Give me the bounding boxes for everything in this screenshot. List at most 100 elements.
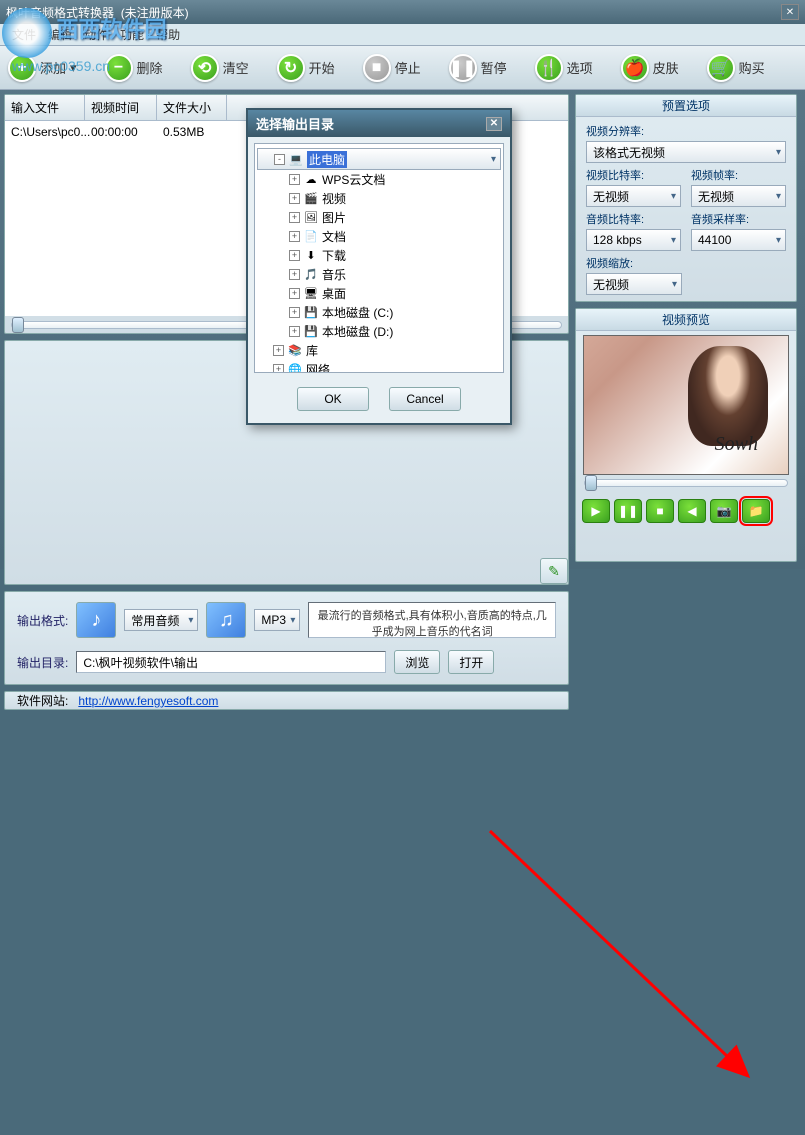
zoom-select[interactable]: 无视频: [586, 273, 682, 295]
expand-icon[interactable]: +: [289, 250, 300, 261]
asr-select[interactable]: 44100: [691, 229, 786, 251]
tree-node[interactable]: -💻此电脑: [257, 148, 501, 170]
pv-snapshot-button[interactable]: 📷: [710, 499, 738, 523]
format-icon: ♫: [206, 602, 246, 638]
expand-icon[interactable]: +: [289, 231, 300, 242]
vfps-select[interactable]: 无视频: [691, 185, 786, 207]
skin-icon: 🍎: [621, 54, 649, 82]
tree-node[interactable]: +⬇下载: [257, 246, 501, 265]
open-button[interactable]: 打开: [448, 650, 494, 674]
output-panel: 输出格式: ♪ 常用音频 ♫ MP3 最流行的音频格式,具有体积小,音质高的特点…: [4, 591, 569, 685]
col-file[interactable]: 输入文件: [5, 95, 85, 120]
add-button[interactable]: +添加▾: [8, 54, 77, 82]
dialog-title: 选择输出目录: [256, 114, 334, 133]
menu-help[interactable]: 帮助: [156, 26, 180, 43]
pv-play-button[interactable]: ▶: [582, 499, 610, 523]
tree-node[interactable]: +🖥桌面: [257, 284, 501, 303]
format-category-select[interactable]: 常用音频: [124, 609, 198, 631]
website-link[interactable]: http://www.fengyesoft.com: [78, 694, 218, 708]
skin-button[interactable]: 🍎皮肤: [621, 54, 679, 82]
tree-node[interactable]: +📄文档: [257, 227, 501, 246]
menu-edit[interactable]: 编辑: [48, 26, 72, 43]
folder-icon: 🖼: [303, 211, 319, 225]
expand-icon[interactable]: +: [289, 212, 300, 223]
zoom-label: 视频缩放:: [586, 255, 786, 271]
tree-label: 下载: [322, 247, 346, 264]
format-type-select[interactable]: MP3: [254, 609, 300, 631]
expand-icon[interactable]: +: [289, 193, 300, 204]
folder-icon: 🎬: [303, 192, 319, 206]
col-time[interactable]: 视频时间: [85, 95, 157, 120]
menu-action[interactable]: 动作: [84, 26, 108, 43]
tree-node[interactable]: +💾本地磁盘 (C:): [257, 303, 501, 322]
folder-icon: 🖥: [303, 287, 319, 301]
stop-icon: ■: [363, 54, 391, 82]
vbit-select[interactable]: 无视频: [586, 185, 681, 207]
tree-node[interactable]: +🖼图片: [257, 208, 501, 227]
buy-button[interactable]: 🛒购买: [707, 54, 765, 82]
cancel-button[interactable]: Cancel: [389, 387, 461, 411]
folder-icon: 💾: [303, 325, 319, 339]
pv-pause-button[interactable]: ❚❚: [614, 499, 642, 523]
menu-file[interactable]: 文件: [12, 26, 36, 43]
expand-icon[interactable]: +: [289, 288, 300, 299]
tree-label: WPS云文档: [322, 171, 385, 188]
browse-button[interactable]: 浏览: [394, 650, 440, 674]
clear-button[interactable]: ⟲清空: [191, 54, 249, 82]
menu-function[interactable]: 功能: [120, 26, 144, 43]
abit-select[interactable]: 128 kbps: [586, 229, 681, 251]
dialog-close-icon[interactable]: ✕: [486, 117, 502, 131]
clear-icon: ⟲: [191, 54, 219, 82]
titlebar[interactable]: 枫叶音频格式转换器 (未注册版本) ✕: [0, 0, 805, 24]
ok-button[interactable]: OK: [297, 387, 369, 411]
tree-label: 库: [306, 342, 318, 359]
expand-icon[interactable]: +: [273, 345, 284, 356]
preview-title: 视频预览: [576, 309, 796, 331]
pause-button[interactable]: ❚❚暂停: [449, 54, 507, 82]
expand-icon[interactable]: +: [289, 307, 300, 318]
res-select[interactable]: 该格式无视频: [586, 141, 786, 163]
pv-folder-button[interactable]: 📁: [742, 499, 770, 523]
window-subtitle: (未注册版本): [121, 4, 189, 21]
options-button[interactable]: 🍴选项: [535, 54, 593, 82]
pv-stop-button[interactable]: ■: [646, 499, 674, 523]
col-size[interactable]: 文件大小: [157, 95, 227, 120]
app-window: 枫叶音频格式转换器 (未注册版本) ✕ 西西软件园 www.pc0359.cn …: [0, 0, 805, 569]
preview-controls: ▶ ❚❚ ■ ◀ 📷 📁: [576, 495, 796, 527]
expand-icon[interactable]: -: [274, 154, 285, 165]
expand-icon[interactable]: +: [289, 174, 300, 185]
folder-icon: 🎵: [303, 268, 319, 282]
edit-icon[interactable]: ✎: [540, 558, 568, 584]
tree-label: 此电脑: [307, 151, 347, 168]
expand-icon[interactable]: +: [289, 269, 300, 280]
folder-tree[interactable]: -💻此电脑+☁WPS云文档+🎬视频+🖼图片+📄文档+⬇下载+🎵音乐+🖥桌面+💾本…: [254, 143, 504, 373]
plus-icon: +: [8, 54, 36, 82]
asr-label: 音频采样率:: [691, 211, 786, 227]
output-dir-field[interactable]: C:\枫叶视频软件\输出: [76, 651, 386, 673]
format-description: 最流行的音频格式,具有体积小,音质高的特点,几乎成为网上音乐的代名词: [308, 602, 556, 638]
window-title: 枫叶音频格式转换器: [6, 4, 114, 21]
tree-node[interactable]: +💾本地磁盘 (D:): [257, 322, 501, 341]
music-icon: ♪: [76, 602, 116, 638]
tree-node[interactable]: +🎬视频: [257, 189, 501, 208]
folder-icon: 💻: [288, 152, 304, 166]
preview-slider[interactable]: [584, 479, 788, 487]
start-button[interactable]: ↻开始: [277, 54, 335, 82]
pause-icon: ❚❚: [449, 54, 477, 82]
tree-node[interactable]: +🌐网络: [257, 360, 501, 373]
expand-icon[interactable]: +: [289, 326, 300, 337]
dialog-titlebar[interactable]: 选择输出目录 ✕: [248, 110, 510, 137]
expand-icon[interactable]: +: [273, 364, 284, 373]
tree-node[interactable]: +☁WPS云文档: [257, 170, 501, 189]
format-label: 输出格式:: [17, 612, 68, 629]
play-icon: ↻: [277, 54, 305, 82]
tree-node[interactable]: +🎵音乐: [257, 265, 501, 284]
tree-label: 本地磁盘 (D:): [322, 323, 393, 340]
delete-button[interactable]: −删除: [105, 54, 163, 82]
dir-label: 输出目录:: [17, 654, 68, 671]
close-icon[interactable]: ✕: [781, 4, 799, 20]
tree-node[interactable]: +📚库: [257, 341, 501, 360]
stop-button[interactable]: ■停止: [363, 54, 421, 82]
pv-volume-button[interactable]: ◀: [678, 499, 706, 523]
preset-title: 预置选项: [576, 95, 796, 117]
